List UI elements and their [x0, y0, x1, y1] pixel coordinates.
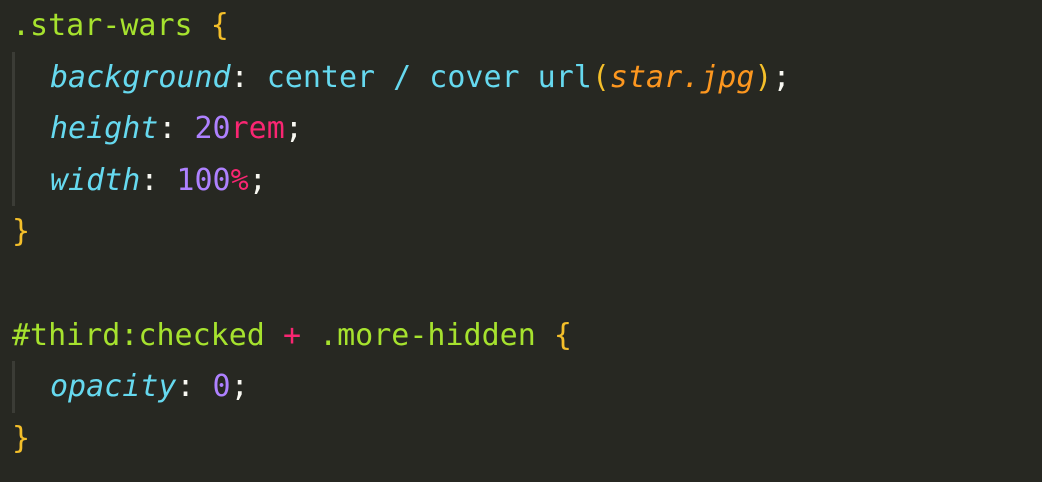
colon: :	[158, 111, 177, 147]
combinator: +	[282, 317, 301, 353]
css-unit: %	[230, 162, 249, 198]
paren-open: (	[591, 59, 610, 95]
code-editor[interactable]: .star-wars { background: center / cover …	[0, 0, 1042, 482]
css-property: opacity	[50, 369, 177, 405]
css-selector-class: .more-hidden	[319, 317, 536, 353]
colon: :	[176, 369, 195, 405]
css-number: 100	[158, 162, 231, 198]
semicolon: ;	[248, 162, 267, 198]
css-number: 20	[176, 111, 231, 147]
code-line: .star-wars {	[0, 0, 1042, 52]
open-brace: {	[210, 8, 229, 43]
semicolon: ;	[284, 111, 303, 147]
code-line: opacity: 0;	[0, 361, 1042, 413]
open-brace: {	[553, 317, 572, 353]
css-number: 0	[194, 369, 231, 405]
paren-close: )	[754, 59, 773, 95]
css-selector: .star-wars	[12, 8, 193, 43]
close-brace: }	[12, 214, 31, 250]
code-line: width: 100%;	[0, 155, 1042, 207]
colon: :	[140, 162, 159, 198]
code-line: }	[0, 206, 1042, 258]
code-line: height: 20rem;	[0, 103, 1042, 155]
url-argument: star.jpg	[609, 59, 755, 95]
colon: :	[230, 59, 249, 95]
css-selector-id: #third:checked	[12, 317, 265, 353]
css-property: width	[50, 162, 141, 198]
semicolon: ;	[230, 369, 249, 405]
css-unit: rem	[230, 111, 285, 147]
css-property: background	[50, 59, 231, 95]
code-line: background: center / cover url(star.jpg)…	[0, 52, 1042, 104]
css-property: height	[50, 111, 159, 147]
code-line: }	[0, 413, 1042, 465]
css-value: center / cover url	[248, 59, 592, 95]
code-line: #third:checked + .more-hidden {	[0, 310, 1042, 362]
semicolon: ;	[772, 59, 791, 95]
close-brace: }	[12, 420, 31, 456]
